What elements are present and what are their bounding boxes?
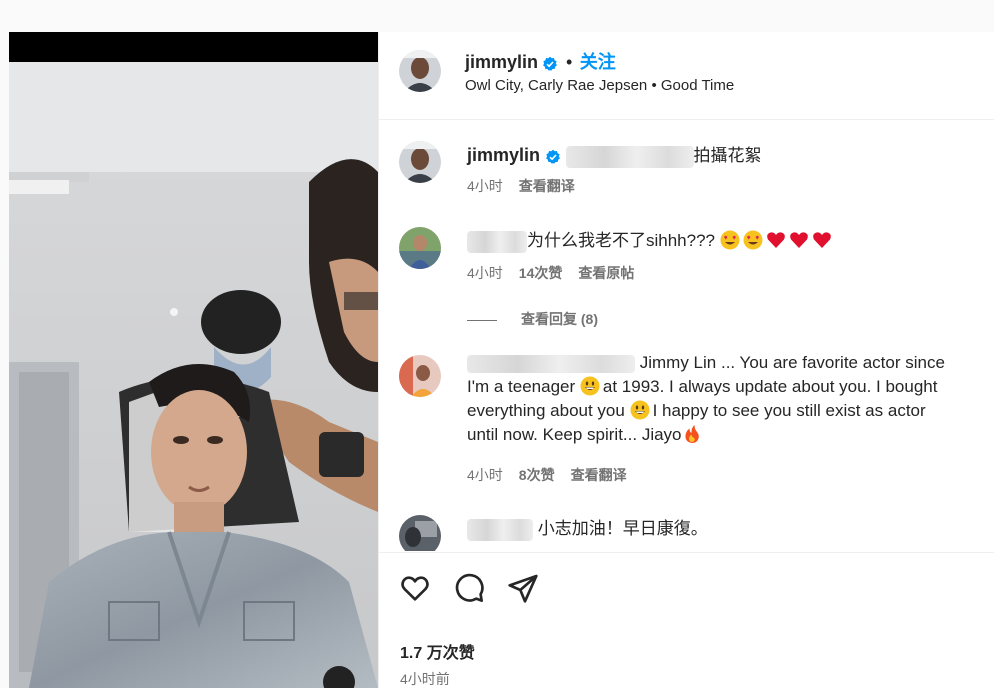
header-separator: • — [565, 52, 573, 72]
comment-line-4: until now. Keep spirit... Jiayo — [467, 425, 682, 444]
comment-line-2b: at 1993. I always update about you. I bo… — [602, 377, 938, 396]
redacted-text — [565, 145, 694, 168]
heart-outline-icon[interactable] — [399, 572, 431, 604]
red-heart-emoji — [789, 232, 808, 248]
post-media[interactable] — [9, 32, 378, 688]
heart-eyes-emoji — [720, 230, 740, 250]
page: jimmylin • 关注 Owl City, Carly Rae Jepsen… — [0, 0, 994, 688]
view-replies-label[interactable]: 查看回复 (8) — [521, 311, 598, 327]
view-replies[interactable]: 查看回复 (8) — [467, 309, 614, 329]
comment-line-1: Jimmy Lin ... You are favorite actor sin… — [639, 353, 945, 372]
verified-badge-icon — [543, 56, 558, 71]
post-time: 4小时前 — [400, 671, 450, 687]
comment-likes[interactable]: 8次赞 — [519, 467, 555, 483]
comment-line-3a: everything about you — [467, 401, 625, 420]
author-avatar[interactable] — [399, 50, 441, 92]
commenter-avatar[interactable] — [399, 515, 441, 551]
comments-list[interactable]: jimmylin 拍攝花絮 4小时 查看翻译 为什么我老不了sihhh??? 4… — [379, 121, 994, 551]
follow-button[interactable]: 关注 — [580, 52, 616, 72]
post-actions: 1.7 万次赞 4小时前 — [379, 552, 994, 688]
author-username[interactable]: jimmylin — [465, 52, 538, 72]
media-letterbox — [9, 32, 378, 62]
commenter-avatar[interactable] — [399, 227, 441, 269]
comment-line-3b: I happy to see you still exist as actor — [652, 401, 926, 420]
view-original-link[interactable]: 查看原帖 — [578, 265, 634, 281]
see-translation-link[interactable]: 查看翻译 — [571, 467, 627, 483]
video-frame[interactable] — [9, 62, 378, 688]
caption-avatar[interactable] — [399, 141, 441, 183]
fire-emoji — [684, 425, 699, 443]
comment-likes[interactable]: 14次赞 — [519, 265, 563, 281]
comment-meta: 4小时 8次赞 查看翻译 — [467, 465, 643, 485]
comment-text: 小志加油！早日康復。 — [537, 519, 708, 538]
comment-text: 为什么我老不了sihhh??? — [527, 231, 716, 250]
caption-time: 4小时 — [467, 178, 503, 194]
see-translation-link[interactable]: 查看翻译 — [519, 178, 575, 194]
comment-line-2a: I'm a teenager — [467, 377, 576, 396]
heart-eyes-emoji — [743, 230, 763, 250]
comment-time: 4小时 — [467, 265, 503, 281]
post-header: jimmylin • 关注 Owl City, Carly Rae Jepsen… — [379, 32, 994, 120]
redacted-username — [467, 230, 527, 253]
redacted-username — [467, 518, 533, 541]
share-icon[interactable] — [507, 572, 539, 604]
likes-count[interactable]: 1.7 万次赞 — [400, 639, 475, 663]
replies-line — [467, 319, 497, 321]
caption-username[interactable]: jimmylin — [467, 145, 540, 165]
redacted-username — [467, 354, 635, 373]
post-card: jimmylin • 关注 Owl City, Carly Rae Jepsen… — [9, 32, 994, 688]
post-details-pane: jimmylin • 关注 Owl City, Carly Rae Jepsen… — [378, 32, 994, 688]
comment-icon[interactable] — [453, 572, 485, 604]
red-heart-emoji — [812, 232, 831, 248]
audio-track-link[interactable]: Owl City, Carly Rae Jepsen • Good Time — [465, 77, 734, 94]
red-heart-emoji — [766, 232, 785, 248]
verified-badge-icon — [545, 149, 560, 164]
commenter-avatar[interactable] — [399, 355, 441, 397]
grinning-emoji — [580, 376, 600, 396]
comment-time: 4小时 — [467, 467, 503, 483]
caption-text: 拍攝花絮 — [693, 146, 762, 165]
caption-meta: 4小时 查看翻译 — [467, 176, 591, 196]
grinning-emoji — [630, 400, 650, 420]
comment-meta: 4小时 14次赞 查看原帖 — [467, 263, 650, 283]
